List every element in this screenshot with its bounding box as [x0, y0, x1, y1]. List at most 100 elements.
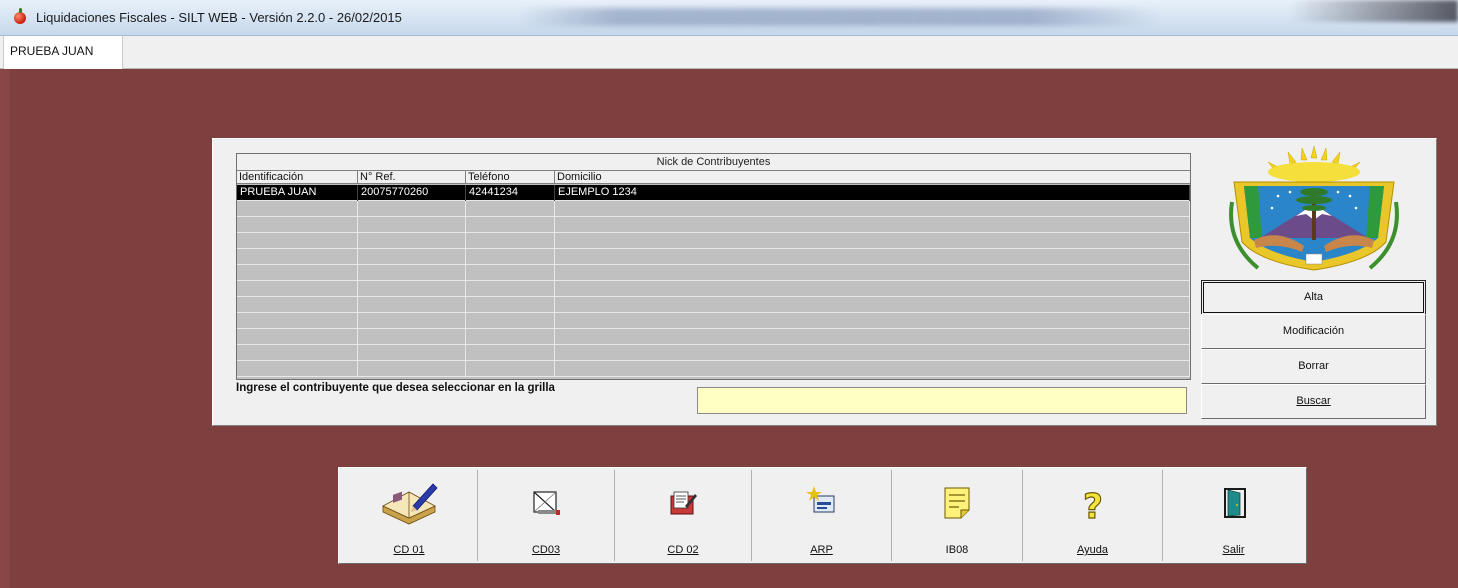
- table-row-empty[interactable]: [237, 265, 1190, 281]
- table-row-empty[interactable]: [237, 281, 1190, 297]
- grid-cell-empty: [466, 281, 555, 297]
- province-crest-logo: [1229, 145, 1399, 271]
- cd02-label: CD 02: [667, 544, 699, 556]
- grid-cell-empty: [358, 281, 466, 297]
- workspace-edge: [0, 69, 10, 588]
- cd03-button[interactable]: CD03: [478, 470, 615, 561]
- cd03-label: CD03: [531, 544, 561, 556]
- table-row-empty[interactable]: [237, 297, 1190, 313]
- grid-cell-empty: [555, 313, 1190, 329]
- column-header-telefono[interactable]: Teléfono: [466, 171, 555, 184]
- grid-cell-empty: [555, 329, 1190, 345]
- grid-cell-empty: [237, 201, 358, 217]
- cell-telefono: 42441234: [466, 185, 555, 201]
- grid-cell-empty: [358, 297, 466, 313]
- question-icon: ?: [1082, 486, 1103, 526]
- window-title: Liquidaciones Fiscales - SILT WEB - Vers…: [36, 10, 402, 25]
- table-row-empty[interactable]: [237, 217, 1190, 233]
- table-row-empty[interactable]: [237, 249, 1190, 265]
- column-header-nref[interactable]: N° Ref.: [358, 171, 466, 184]
- grid-cell-empty: [358, 217, 466, 233]
- cell-identificacion: PRUEBA JUAN: [237, 185, 358, 201]
- table-row[interactable]: PRUEBA JUAN 20075770260 42441234 EJEMPLO…: [237, 185, 1190, 201]
- grid-cell-empty: [358, 345, 466, 361]
- borrar-button[interactable]: Borrar: [1201, 349, 1426, 384]
- grid-cell-empty: [237, 297, 358, 313]
- grid-cell-empty: [466, 201, 555, 217]
- grid-cell-empty: [555, 361, 1190, 377]
- grid-cell-empty: [466, 313, 555, 329]
- card-sparkle-icon: [805, 486, 834, 513]
- ib08-button[interactable]: IB08: [892, 470, 1023, 561]
- grid-cell-empty: [466, 249, 555, 265]
- grid-cell-empty: [358, 313, 466, 329]
- table-row-empty[interactable]: [237, 329, 1190, 345]
- exit-door-icon: [1223, 488, 1246, 518]
- modificacion-button[interactable]: Modificación: [1201, 314, 1426, 349]
- book-pen-icon: [382, 483, 438, 525]
- table-row-empty[interactable]: [237, 313, 1190, 329]
- folder-edit-icon: [670, 491, 697, 515]
- grid-caption: Nick de Contribuyentes: [237, 154, 1190, 171]
- table-row-empty[interactable]: [237, 361, 1190, 377]
- grid-cell-empty: [466, 217, 555, 233]
- grid-cell-empty: [237, 217, 358, 233]
- salir-label: Salir: [1222, 544, 1245, 556]
- grid-cell-empty: [358, 201, 466, 217]
- ib08-label: IB08: [945, 544, 969, 556]
- grid-cell-empty: [555, 265, 1190, 281]
- grid-cell-empty: [358, 361, 466, 377]
- ayuda-label: Ayuda: [1077, 544, 1108, 556]
- buscar-label: Buscar: [1296, 395, 1331, 407]
- grid-cell-empty: [237, 329, 358, 345]
- grid-cell-empty: [237, 249, 358, 265]
- tab-prueba-juan[interactable]: PRUEBA JUAN: [3, 36, 123, 69]
- ayuda-button[interactable]: ? Ayuda: [1023, 470, 1163, 561]
- grid-cell-empty: [555, 217, 1190, 233]
- grid-cell-empty: [466, 297, 555, 313]
- grid-cell-empty: [555, 281, 1190, 297]
- grid-cell-empty: [466, 329, 555, 345]
- grid-cell-empty: [466, 361, 555, 377]
- table-row-empty[interactable]: [237, 201, 1190, 217]
- search-input[interactable]: [697, 387, 1187, 414]
- cell-domicilio: EJEMPLO 1234: [555, 185, 1190, 201]
- grid-cell-empty: [237, 345, 358, 361]
- grid-cell-empty: [358, 233, 466, 249]
- buscar-button[interactable]: Buscar: [1201, 384, 1426, 419]
- grid-cell-empty: [466, 233, 555, 249]
- grid-cell-empty: [358, 249, 466, 265]
- blurred-taskbar-title: [520, 8, 1160, 26]
- arp-button[interactable]: ARP: [752, 470, 892, 561]
- cell-nref: 20075770260: [358, 185, 466, 201]
- grid-cell-empty: [237, 313, 358, 329]
- salir-button[interactable]: Salir: [1163, 470, 1304, 561]
- alta-button[interactable]: Alta: [1201, 280, 1426, 315]
- grid-cell-empty: [358, 265, 466, 281]
- contribuyentes-grid[interactable]: Nick de Contribuyentes Identificación N°…: [236, 153, 1191, 380]
- tab-strip: PRUEBA JUAN: [0, 36, 1458, 69]
- column-header-domicilio[interactable]: Domicilio: [555, 171, 1190, 184]
- cd01-label: CD 01: [393, 544, 425, 556]
- module-toolbar: CD 01 CD03 CD 02 ARP IB08 ? Ayuda Salir: [338, 467, 1307, 564]
- grid-cell-empty: [237, 361, 358, 377]
- grid-cell-empty: [466, 345, 555, 361]
- title-bar: Liquidaciones Fiscales - SILT WEB - Vers…: [0, 0, 1458, 36]
- app-apple-icon: [14, 8, 26, 24]
- cd02-button[interactable]: CD 02: [615, 470, 752, 561]
- table-row-empty[interactable]: [237, 345, 1190, 361]
- grid-cell-empty: [466, 265, 555, 281]
- window-controls-blur: [1290, 0, 1458, 22]
- cd01-button[interactable]: CD 01: [341, 470, 478, 561]
- grid-cell-empty: [555, 201, 1190, 217]
- grid-cell-empty: [237, 265, 358, 281]
- search-prompt: Ingrese el contribuyente que desea selec…: [236, 382, 555, 394]
- grid-cell-empty: [555, 297, 1190, 313]
- table-row-empty[interactable]: [237, 233, 1190, 249]
- grid-header: Identificación N° Ref. Teléfono Domicili…: [237, 171, 1190, 184]
- notepad-icon: [944, 487, 970, 519]
- column-header-identificacion[interactable]: Identificación: [237, 171, 358, 184]
- grid-cell-empty: [555, 345, 1190, 361]
- grid-cell-empty: [237, 281, 358, 297]
- envelope-icon: [533, 491, 560, 515]
